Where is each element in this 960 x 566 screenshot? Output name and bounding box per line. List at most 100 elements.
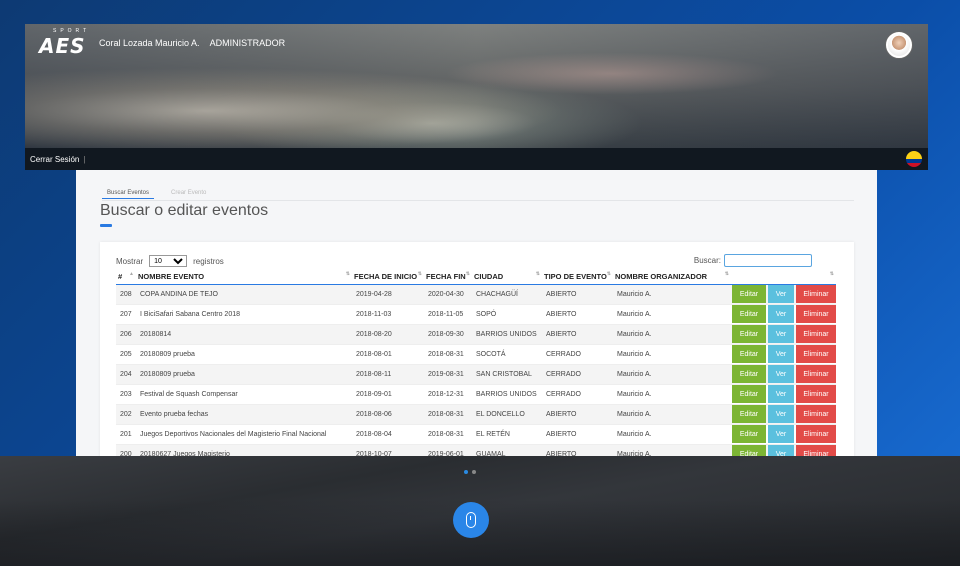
column-header-start-date[interactable]: FECHA DE INICIO ⇅ xyxy=(352,270,424,285)
tabs-divider xyxy=(102,200,854,201)
edit-button[interactable]: Editar xyxy=(732,405,766,423)
title-underline xyxy=(100,224,112,227)
view-button[interactable]: Ver xyxy=(768,385,794,403)
column-header-name[interactable]: NOMBRE EVENTO ⇅ xyxy=(136,270,352,285)
show-label: Mostrar xyxy=(116,256,144,266)
nav-separator: | xyxy=(83,154,86,164)
edit-button[interactable]: Editar xyxy=(732,325,766,343)
cell-event-name: Juegos Deportivos Nacionales del Magiste… xyxy=(136,423,352,444)
edit-button[interactable]: Editar xyxy=(732,365,766,383)
carousel-dots xyxy=(464,470,476,474)
column-header-organizer[interactable]: NOMBRE ORGANIZADOR ⇅ xyxy=(613,270,731,285)
cell-event-type: CERRADO xyxy=(542,363,613,384)
cell-id: 202 xyxy=(116,403,136,424)
cell-start-date: 2018-09-01 xyxy=(352,383,424,404)
edit-button[interactable]: Editar xyxy=(732,425,766,443)
carousel-dot-2[interactable] xyxy=(472,470,476,474)
edit-button[interactable]: Editar xyxy=(732,285,766,303)
view-button[interactable]: Ver xyxy=(768,365,794,383)
cell-event-name: 20180809 prueba xyxy=(136,363,352,384)
cell-actions: Editar Ver Eliminar xyxy=(731,303,836,324)
view-button[interactable]: Ver xyxy=(768,305,794,323)
cell-id: 205 xyxy=(116,343,136,364)
cell-city: SAN CRISTOBAL xyxy=(472,363,542,384)
view-button[interactable]: Ver xyxy=(768,405,794,423)
view-button[interactable]: Ver xyxy=(768,285,794,303)
column-header-actions[interactable]: ⇅ xyxy=(731,270,836,285)
cell-start-date: 2018-08-20 xyxy=(352,323,424,344)
cell-end-date: 2019-08-31 xyxy=(424,363,472,384)
cell-organizer: Mauricio A. xyxy=(613,283,731,304)
delete-button[interactable]: Eliminar xyxy=(796,285,836,303)
column-header-type[interactable]: TIPO DE EVENTO ⇅ xyxy=(542,270,613,285)
logout-link[interactable]: Cerrar Sesión xyxy=(30,155,79,164)
page-title: Buscar o editar eventos xyxy=(100,202,269,219)
cell-organizer: Mauricio A. xyxy=(613,343,731,364)
cell-id: 208 xyxy=(116,283,136,304)
delete-button[interactable]: Eliminar xyxy=(796,365,836,383)
mouse-scroll-icon xyxy=(466,512,476,528)
logo[interactable]: AES xyxy=(39,34,86,58)
events-table: # ▲ NOMBRE EVENTO ⇅ FECHA DE INICIO ⇅ FECHA… xyxy=(116,270,836,460)
cell-event-type: CERRADO xyxy=(542,343,613,364)
header-banner: SPORT AES Coral Lozada Mauricio A. ADMIN… xyxy=(25,24,928,148)
cell-end-date: 2020-04-30 xyxy=(424,283,472,304)
cell-event-name: 20180809 prueba xyxy=(136,343,352,364)
tab-buscar-eventos[interactable]: Buscar Eventos xyxy=(102,188,155,199)
cell-start-date: 2018-08-11 xyxy=(352,363,424,384)
search-input[interactable] xyxy=(724,254,812,267)
page-length-select[interactable]: 10 xyxy=(149,255,188,267)
delete-button[interactable]: Eliminar xyxy=(796,345,836,363)
edit-button[interactable]: Editar xyxy=(732,345,766,363)
table-row: 203 Festival de Squash Compensar 2018-09-0… xyxy=(116,383,836,404)
cell-event-name: 20180814 xyxy=(136,323,352,344)
carousel-dot-1[interactable] xyxy=(464,470,468,474)
cell-event-name: Festival de Squash Compensar xyxy=(136,383,352,404)
cell-actions: Editar Ver Eliminar xyxy=(731,423,836,444)
records-label: registros xyxy=(193,256,224,266)
cell-start-date: 2018-08-04 xyxy=(352,423,424,444)
avatar[interactable] xyxy=(886,32,912,58)
table-row: 206 20180814 2018-08-20 2018-09-30 BARRIOS U… xyxy=(116,323,836,344)
cell-start-date: 2018-08-06 xyxy=(352,403,424,424)
delete-button[interactable]: Eliminar xyxy=(796,305,836,323)
cell-event-type: CERRADO xyxy=(542,383,613,404)
cell-id: 204 xyxy=(116,363,136,384)
delete-button[interactable]: Eliminar xyxy=(796,405,836,423)
user-role: ADMINISTRADOR xyxy=(209,38,286,48)
view-button[interactable]: Ver xyxy=(768,345,794,363)
cell-city: EL DONCELLO xyxy=(472,403,542,424)
cell-start-date: 2018-11-03 xyxy=(352,303,424,324)
cell-end-date: 2018-09-30 xyxy=(424,323,472,344)
cell-city: BARRIOS UNIDOS xyxy=(472,383,542,404)
cell-organizer: Mauricio A. xyxy=(613,323,731,344)
delete-button[interactable]: Eliminar xyxy=(796,425,836,443)
cell-id: 203 xyxy=(116,383,136,404)
cell-actions: Editar Ver Eliminar xyxy=(731,283,836,304)
user-info: Coral Lozada Mauricio A. ADMINISTRADOR xyxy=(99,38,293,48)
scroll-down-button[interactable] xyxy=(453,502,489,538)
cell-actions: Editar Ver Eliminar xyxy=(731,343,836,364)
cell-event-name: Evento prueba fechas xyxy=(136,403,352,424)
cell-id: 206 xyxy=(116,323,136,344)
delete-button[interactable]: Eliminar xyxy=(796,385,836,403)
edit-button[interactable]: Editar xyxy=(732,385,766,403)
table-row: 204 20180809 prueba 2018-08-11 2019-08-31 SA… xyxy=(116,363,836,384)
cell-actions: Editar Ver Eliminar xyxy=(731,403,836,424)
column-header-end-date[interactable]: FECHA FIN ⇅ xyxy=(424,270,472,285)
cell-actions: Editar Ver Eliminar xyxy=(731,383,836,404)
row-actions: Editar Ver Eliminar xyxy=(731,345,836,363)
cell-end-date: 2018-08-31 xyxy=(424,403,472,424)
cell-event-type: ABIERTO xyxy=(542,423,613,444)
delete-button[interactable]: Eliminar xyxy=(796,325,836,343)
view-button[interactable]: Ver xyxy=(768,325,794,343)
tab-crear-evento[interactable]: Crear Evento xyxy=(166,188,211,199)
row-actions: Editar Ver Eliminar xyxy=(731,325,836,343)
edit-button[interactable]: Editar xyxy=(732,305,766,323)
view-button[interactable]: Ver xyxy=(768,425,794,443)
column-header-id[interactable]: # ▲ xyxy=(116,270,136,285)
table-header-row: # ▲ NOMBRE EVENTO ⇅ FECHA DE INICIO ⇅ FECHA… xyxy=(116,270,836,285)
cell-event-type: ABIERTO xyxy=(542,303,613,324)
column-header-city[interactable]: CIUDAD ⇅ xyxy=(472,270,542,285)
colombia-flag-icon[interactable] xyxy=(906,151,922,167)
